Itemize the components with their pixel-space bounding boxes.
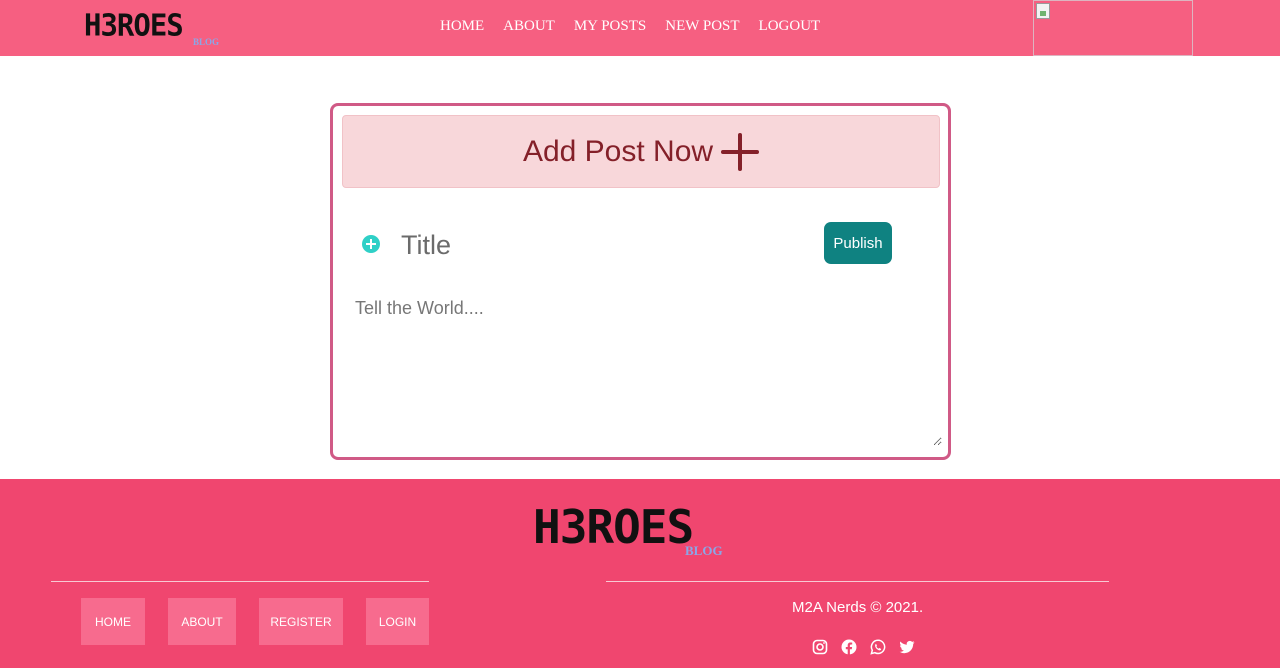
add-post-title: Add Post Now: [522, 134, 714, 168]
copyright-text: M2A Nerds © 2021.: [792, 599, 924, 616]
publish-button[interactable]: Publish: [824, 222, 892, 264]
instagram-icon[interactable]: [812, 639, 828, 655]
whatsapp-icon[interactable]: [870, 639, 886, 655]
facebook-icon[interactable]: [841, 639, 857, 655]
broken-image-icon: [1036, 3, 1050, 19]
plus-circle-icon[interactable]: [362, 235, 380, 253]
site-logo-sub: BLOG: [193, 37, 220, 47]
new-post-card: Add Post Now Publish: [330, 103, 951, 460]
post-body-textarea[interactable]: [355, 298, 942, 446]
post-title-input[interactable]: [401, 226, 801, 264]
footer-divider-right: [606, 581, 1109, 582]
footer-nav-login[interactable]: LOGIN: [366, 598, 429, 645]
site-footer: H3ROES BLOG HOME ABOUT REGISTER LOGIN M2…: [0, 479, 1280, 668]
footer-nav-register[interactable]: REGISTER: [259, 598, 343, 645]
footer-logo: H3ROES: [533, 500, 694, 554]
nav-new-post[interactable]: NEW POST: [665, 18, 739, 35]
add-post-banner: Add Post Now: [342, 115, 940, 188]
footer-logo-sub: BLOG: [685, 543, 723, 558]
plus-icon: [721, 132, 760, 171]
nav-logout[interactable]: LOGOUT: [759, 18, 821, 35]
footer-nav-home[interactable]: HOME: [81, 598, 145, 645]
nav-my-posts[interactable]: MY POSTS: [574, 18, 646, 35]
social-links: [812, 639, 915, 655]
nav-about[interactable]: ABOUT: [503, 18, 555, 35]
nav-home[interactable]: HOME: [440, 18, 484, 35]
main-nav: HOME ABOUT MY POSTS NEW POST LOGOUT: [440, 18, 820, 35]
top-navbar: H3ROES BLOG HOME ABOUT MY POSTS NEW POST…: [0, 0, 1280, 56]
footer-divider-left: [51, 581, 429, 582]
site-logo[interactable]: H3ROES: [84, 7, 184, 43]
profile-image-placeholder: [1033, 0, 1193, 56]
twitter-icon[interactable]: [899, 639, 915, 655]
footer-nav-about[interactable]: ABOUT: [168, 598, 236, 645]
